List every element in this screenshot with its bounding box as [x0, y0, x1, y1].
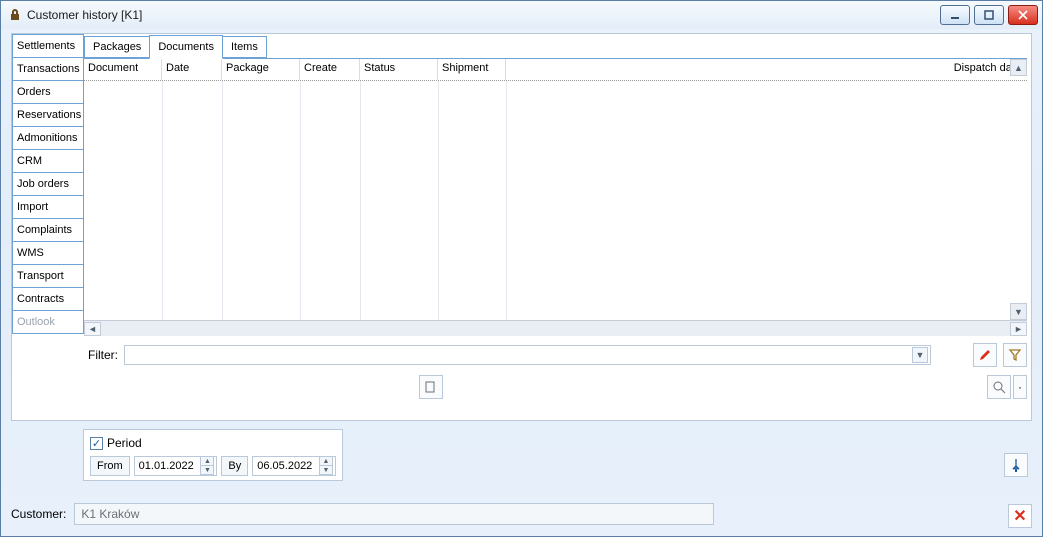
grid-header: Document Date Package Create Status Ship…: [84, 59, 1027, 81]
dialog-close-button[interactable]: ✕: [1008, 504, 1032, 528]
vtab-orders[interactable]: Orders: [12, 80, 84, 104]
vtab-transport[interactable]: Transport: [12, 264, 84, 288]
by-date-input[interactable]: 06.05.2022 ▲▼: [252, 456, 336, 476]
grid-tools-row: ·: [84, 372, 1027, 402]
close-button[interactable]: [1008, 5, 1038, 25]
lock-icon: [7, 7, 23, 23]
vtab-wms[interactable]: WMS: [12, 241, 84, 265]
vtab-admonitions[interactable]: Admonitions: [12, 126, 84, 150]
vtab-outlook[interactable]: Outlook: [12, 310, 84, 334]
filter-input[interactable]: ▼: [124, 345, 931, 365]
data-grid[interactable]: Document Date Package Create Status Ship…: [84, 58, 1027, 336]
customer-label: Customer:: [11, 507, 66, 521]
customer-field[interactable]: K1 Kraków: [74, 503, 714, 525]
minimize-button[interactable]: [940, 5, 970, 25]
scroll-left-button[interactable]: ◄: [84, 322, 101, 336]
from-date-input[interactable]: 01.01.2022 ▲▼: [134, 456, 218, 476]
titlebar: Customer history [K1]: [1, 1, 1042, 29]
from-spinner[interactable]: ▲▼: [200, 457, 214, 475]
scroll-up-button[interactable]: ▲: [1010, 59, 1027, 76]
period-label: Period: [107, 436, 142, 450]
vtab-reservations[interactable]: Reservations: [12, 103, 84, 127]
scroll-right-button[interactable]: ►: [1010, 322, 1027, 336]
window-title: Customer history [K1]: [27, 8, 142, 22]
col-dispatch-date[interactable]: Dispatch date: [506, 59, 1027, 80]
htab-documents[interactable]: Documents: [149, 35, 223, 59]
col-create[interactable]: Create: [300, 59, 360, 80]
vtab-import[interactable]: Import: [12, 195, 84, 219]
by-button[interactable]: By: [221, 456, 248, 476]
window-root: Customer history [K1] Settlements Transa…: [0, 0, 1043, 537]
footer: Customer: K1 Kraków: [11, 500, 1032, 528]
grid-body: [84, 81, 1027, 320]
filter-row: Filter: ▼: [84, 342, 1027, 368]
period-checkbox[interactable]: ✓: [90, 437, 103, 450]
side-tabs: Settlements Transactions Orders Reservat…: [12, 34, 84, 333]
content-area: Settlements Transactions Orders Reservat…: [11, 33, 1032, 492]
chevron-down-icon[interactable]: ▼: [912, 347, 928, 363]
vtab-contracts[interactable]: Contracts: [12, 287, 84, 311]
col-status[interactable]: Status: [360, 59, 438, 80]
filter-settings-button[interactable]: [1003, 343, 1027, 367]
by-spinner[interactable]: ▲▼: [319, 457, 333, 475]
col-date[interactable]: Date: [162, 59, 222, 80]
pin-button[interactable]: [1004, 453, 1028, 477]
col-package[interactable]: Package: [222, 59, 300, 80]
filter-label: Filter:: [88, 348, 118, 362]
htab-packages[interactable]: Packages: [84, 36, 150, 58]
inner-area: Packages Documents Items Document Date P…: [84, 34, 1031, 420]
col-document[interactable]: Document: [84, 59, 162, 80]
vtab-crm[interactable]: CRM: [12, 149, 84, 173]
period-panel: ✓ Period From 01.01.2022 ▲▼ By 06.05.202…: [83, 429, 343, 481]
filter-edit-button[interactable]: [973, 343, 997, 367]
htab-items[interactable]: Items: [222, 36, 267, 58]
search-options-button[interactable]: ·: [1013, 375, 1027, 399]
export-button[interactable]: [419, 375, 443, 399]
main-panel: Settlements Transactions Orders Reservat…: [11, 33, 1032, 421]
horizontal-scrollbar[interactable]: ◄ ►: [84, 320, 1027, 336]
maximize-button[interactable]: [974, 5, 1004, 25]
vtab-settlements[interactable]: Settlements: [12, 34, 84, 58]
scroll-down-button[interactable]: ▼: [1010, 303, 1027, 320]
top-tabs: Packages Documents Items: [84, 34, 1031, 58]
search-button[interactable]: [987, 375, 1011, 399]
from-button[interactable]: From: [90, 456, 130, 476]
col-shipment[interactable]: Shipment: [438, 59, 506, 80]
vtab-complaints[interactable]: Complaints: [12, 218, 84, 242]
vtab-job-orders[interactable]: Job orders: [12, 172, 84, 196]
vtab-transactions[interactable]: Transactions: [12, 57, 84, 81]
